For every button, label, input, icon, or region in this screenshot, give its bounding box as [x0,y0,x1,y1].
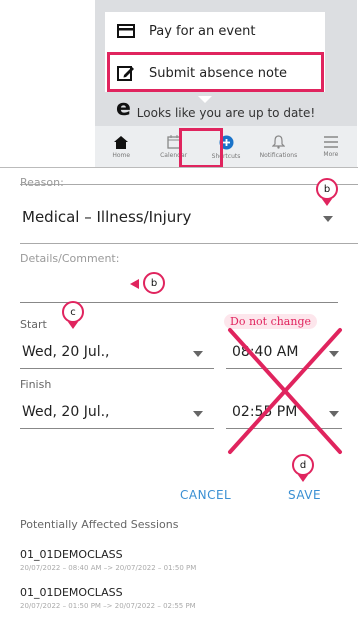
menu-icon [323,136,338,148]
start-date-field[interactable]: Wed, 20 Jul., [22,344,109,360]
reason-value: Medical – Illness/Injury [22,208,192,226]
sessions-title: Potentially Affected Sessions [20,518,179,531]
bottom-nav: Home Calendar Shortcuts Notifications Mo… [95,126,357,168]
reason-label: Reason: [20,176,64,189]
session-name: 01_01DEMOCLASS [20,586,123,599]
chevron-down-icon[interactable] [193,351,203,357]
nav-more[interactable]: More [305,126,357,168]
menu-item-pay-event[interactable]: Pay for an event [105,12,325,50]
details-label: Details/Comment: [20,252,120,265]
annotation-pin-tail [322,199,332,206]
status-message: Looks like you are up to date! [136,106,316,120]
finish-label: Finish [20,378,52,391]
highlight-box [107,52,324,92]
cross-out-mark [228,328,342,454]
home-icon [114,135,129,149]
absence-form: Reason: Medical – Illness/Injury b Detai… [0,167,358,627]
nav-label: More [323,151,339,158]
annotation-pin-d: d [292,454,314,476]
session-time: 20/07/2022 – 01:50 PM –> 20/07/2022 – 02… [20,602,196,610]
highlight-box [179,128,223,168]
finish-date-field[interactable]: Wed, 20 Jul., [22,404,109,420]
chevron-down-icon[interactable] [323,216,333,222]
credit-card-icon [115,24,137,38]
nav-notifications[interactable]: Notifications [252,126,304,168]
annotation-pin-tail [130,279,139,289]
nav-label: Notifications [259,152,298,159]
field-underline [20,428,214,429]
nav-home[interactable]: Home [95,126,147,168]
annotation-pin-tail [68,322,78,329]
cancel-button[interactable]: CANCEL [180,488,231,502]
save-button[interactable]: SAVE [288,488,321,502]
chevron-down-icon[interactable] [193,411,203,417]
side-text-fragment: e [116,96,131,121]
nav-label: Home [112,151,131,159]
field-underline [20,368,214,369]
menu-screenshot: Pay for an event Submit absence note Loo… [95,0,357,168]
annotation-pin-b: b [316,178,338,200]
annotation-pin-tail [298,475,308,482]
annotation-pin-c: c [62,301,84,323]
session-time: 20/07/2022 – 08:40 AM –> 20/07/2022 – 01… [20,564,197,572]
bell-icon [271,135,285,149]
start-label: Start [20,318,47,331]
annotation-pin-b: b [143,272,165,294]
session-name: 01_01DEMOCLASS [20,548,123,561]
menu-item-label: Pay for an event [149,23,256,39]
menu-pointer [198,96,212,103]
